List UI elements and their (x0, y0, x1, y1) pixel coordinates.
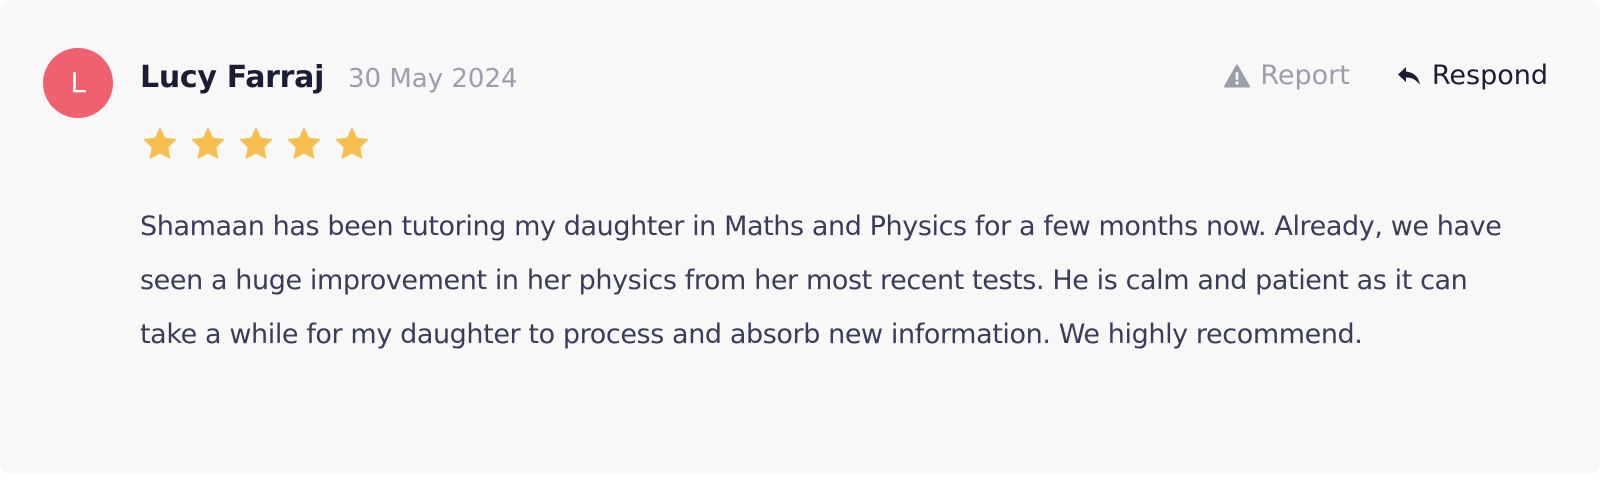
review-text: Shamaan has been tutoring my daughter in… (140, 211, 1502, 350)
star-rating (142, 126, 370, 162)
avatar-initial: L (70, 66, 86, 99)
reviewer-name: Lucy Farraj (140, 60, 325, 95)
review-card: L Lucy Farraj 30 May 2024 Report Respond… (0, 0, 1600, 474)
star-icon (335, 127, 369, 159)
respond-label: Respond (1431, 60, 1548, 91)
star-icon (143, 127, 177, 159)
report-label: Report (1260, 60, 1350, 91)
avatar: L (43, 48, 113, 118)
star-icon (287, 127, 321, 159)
star-icon (239, 127, 273, 159)
report-button[interactable]: Report (1224, 60, 1350, 91)
reply-arrow-icon (1397, 66, 1420, 85)
respond-button[interactable]: Respond (1396, 60, 1548, 91)
warning-triangle-icon (1224, 64, 1251, 87)
review-date: 30 May 2024 (348, 64, 518, 94)
review-actions: Report Respond (1224, 60, 1548, 91)
star-icon (191, 127, 225, 159)
